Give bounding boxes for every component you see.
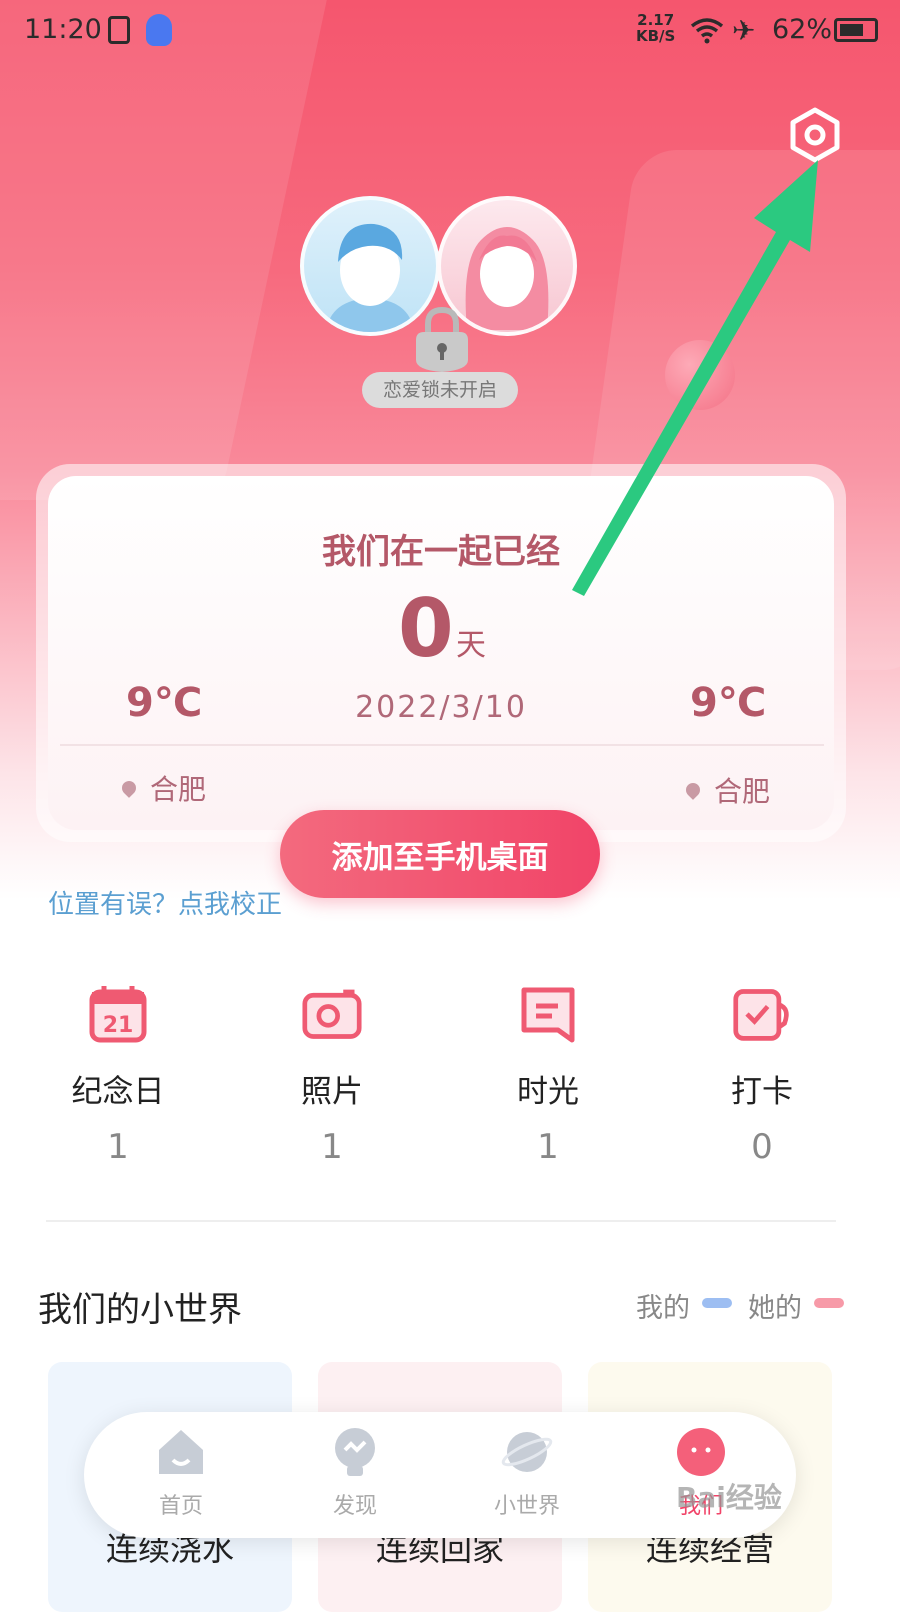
- stat-count: 0: [751, 1127, 773, 1167]
- discover-icon: [329, 1426, 381, 1478]
- legend-mine: 我的: [636, 1293, 690, 1324]
- legend-hers-swatch: [814, 1298, 844, 1308]
- days-unit: 天: [456, 628, 486, 663]
- left-city: 合肥: [150, 773, 207, 806]
- lock-status-badge: 恋爱锁未开启: [362, 372, 518, 408]
- left-location: 合肥: [119, 768, 207, 808]
- stat-anniversary[interactable]: 21 纪念日 1: [28, 984, 208, 1167]
- bookmark-icon: [518, 984, 578, 1044]
- network-speed: 2.17 KB/S: [636, 12, 675, 44]
- wifi-icon: [690, 16, 724, 51]
- airplane-icon: ✈: [732, 14, 756, 47]
- card-divider: [60, 744, 824, 746]
- stat-label: 时光: [517, 1074, 579, 1110]
- stat-checkin[interactable]: 打卡 0: [672, 984, 852, 1167]
- tab-discover[interactable]: 发现: [300, 1426, 410, 1520]
- days-count: 0: [398, 582, 454, 675]
- together-title: 我们在一起已经: [322, 532, 560, 572]
- stat-count: 1: [107, 1127, 129, 1167]
- stat-count: 1: [537, 1127, 559, 1167]
- stat-label: 纪念日: [71, 1074, 165, 1110]
- settings-hex-icon: [790, 107, 840, 163]
- camera-icon: [302, 984, 362, 1044]
- legend-mine-swatch: [702, 1298, 732, 1308]
- status-bar: 11:20 2.17 KB/S ✈ 62%: [0, 0, 900, 64]
- tab-label: 首页: [158, 1494, 203, 1519]
- right-city: 合肥: [714, 775, 771, 808]
- location-pin-icon: [119, 778, 139, 798]
- section-divider: [46, 1220, 836, 1222]
- love-lock-icon[interactable]: [412, 304, 472, 374]
- speed-value: 2.17: [637, 11, 675, 29]
- battery-percent: 62%: [772, 14, 833, 45]
- stat-label: 照片: [301, 1074, 363, 1110]
- decor-bubble: [665, 340, 735, 410]
- stat-count: 1: [321, 1127, 343, 1167]
- home-icon: [155, 1426, 207, 1478]
- tab-home[interactable]: 首页: [126, 1426, 236, 1520]
- us-icon: [675, 1426, 727, 1478]
- status-time: 11:20: [24, 14, 102, 45]
- stat-photos[interactable]: 照片 1: [242, 984, 422, 1167]
- calendar-icon: 21: [88, 984, 148, 1044]
- svg-text:21: 21: [103, 1013, 134, 1038]
- stat-label: 打卡: [731, 1074, 793, 1110]
- legend-hers: 她的: [748, 1293, 802, 1324]
- checkin-icon: [732, 984, 792, 1044]
- right-location: 合肥: [683, 770, 771, 810]
- planet-icon: [501, 1426, 553, 1478]
- tab-little-world[interactable]: 小世界: [472, 1426, 582, 1520]
- add-to-desktop-button[interactable]: 添加至手机桌面: [280, 810, 600, 898]
- stat-moments[interactable]: 时光 1: [458, 984, 638, 1167]
- world-title: 我们的小世界: [38, 1290, 242, 1330]
- location-pin-icon: [683, 780, 703, 800]
- decor-panel: [0, 0, 340, 500]
- tab-label: 发现: [332, 1494, 377, 1519]
- vibrate-icon: [108, 16, 130, 44]
- start-date: 2022/3/10: [355, 690, 527, 725]
- speed-unit: KB/S: [636, 27, 676, 45]
- baidu-watermark: Bai经验: [676, 1481, 782, 1514]
- battery-icon: [834, 18, 878, 42]
- qq-icon: [146, 14, 172, 46]
- fix-location-link[interactable]: 位置有误？点我校正: [48, 884, 282, 921]
- settings-button[interactable]: [786, 106, 844, 164]
- tab-label: 小世界: [493, 1494, 560, 1519]
